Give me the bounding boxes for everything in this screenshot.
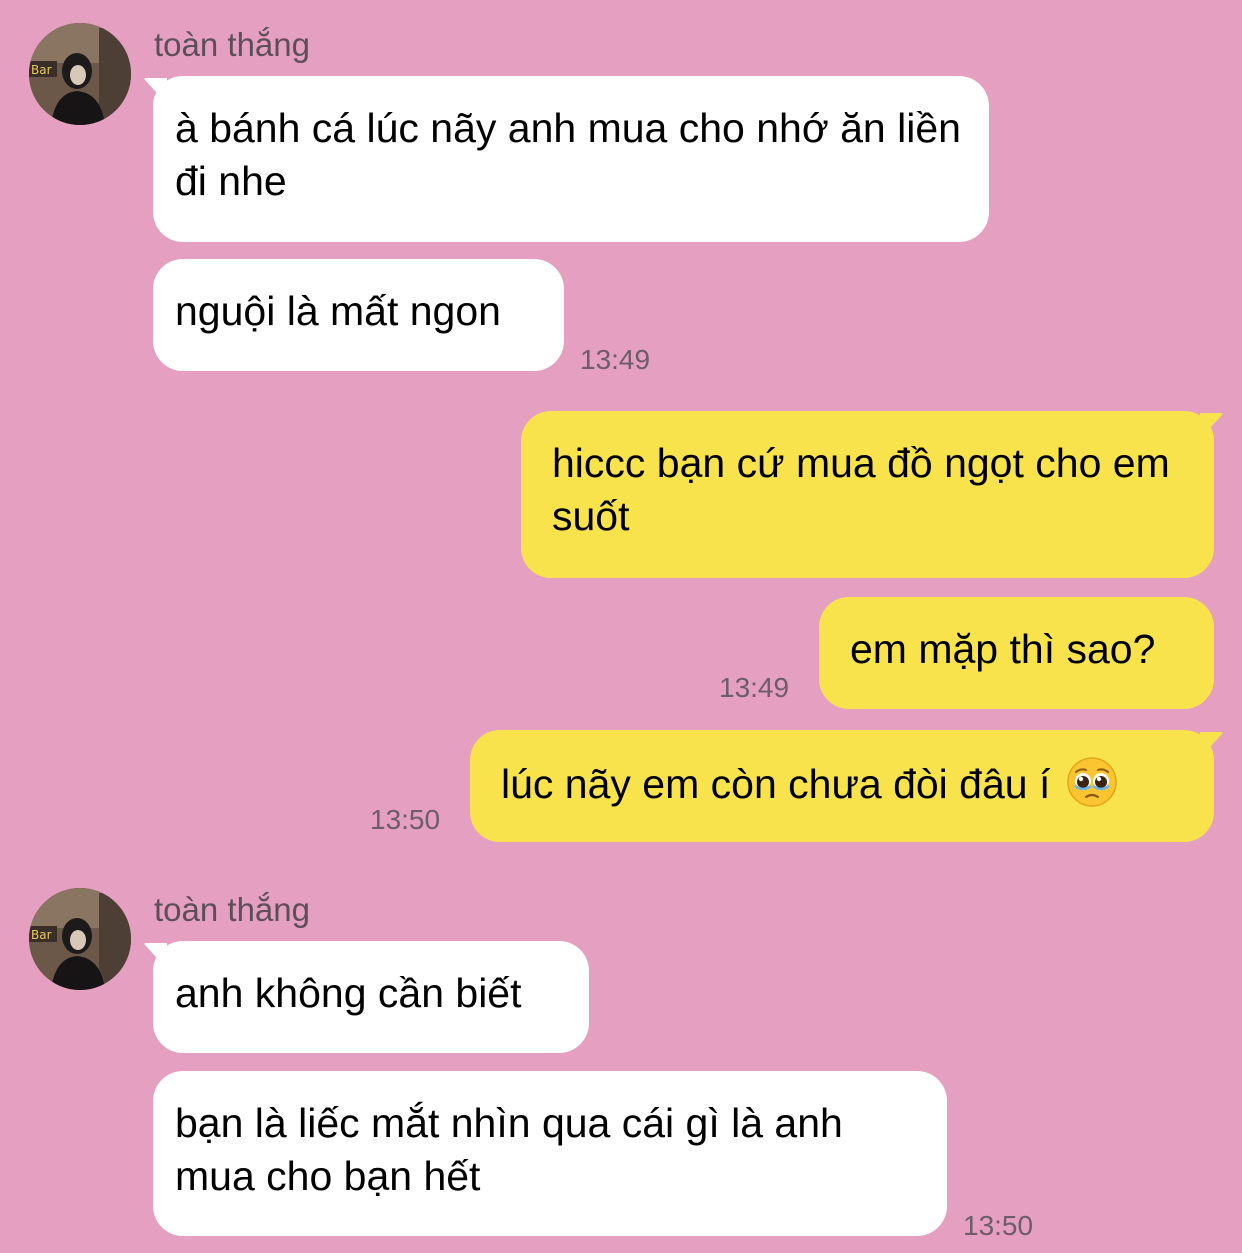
message-text: lúc nãy em còn chưa đòi đâu í [501, 761, 1051, 807]
contact-avatar[interactable]: Bar [29, 23, 131, 125]
incoming-message-bubble[interactable]: bạn là liếc mắt nhìn qua cái gì là anh m… [153, 1071, 947, 1236]
sender-name: toàn thắng [154, 26, 310, 63]
sender-name: toàn thắng [154, 891, 310, 928]
incoming-message-bubble[interactable]: nguội là mất ngon [153, 259, 564, 371]
message-timestamp: 13:49 [580, 344, 651, 375]
outgoing-message-bubble[interactable]: em mặp thì sao? [819, 597, 1214, 709]
svg-text:Bar: Bar [31, 63, 52, 77]
pleading-face-icon [1067, 757, 1117, 807]
message-timestamp: 13:49 [719, 672, 790, 703]
message-text: à bánh cá lúc nãy anh mua cho nhớ ăn liề… [175, 105, 961, 204]
incoming-message-bubble[interactable]: à bánh cá lúc nãy anh mua cho nhớ ăn liề… [153, 76, 989, 242]
message-text: em mặp thì sao? [850, 626, 1156, 672]
message-text: anh không cần biết [175, 970, 522, 1016]
outgoing-message-bubble[interactable]: hiccc bạn cứ mua đồ ngọt cho em suốt [521, 411, 1214, 578]
incoming-message-bubble[interactable]: anh không cần biết [153, 941, 589, 1053]
chat-screen: Bar toàn thắng à bánh cá lúc nãy anh mua… [0, 0, 1242, 1253]
avatar-photo-icon: Bar [29, 23, 131, 125]
message-timestamp: 13:50 [370, 804, 441, 835]
message-text: bạn là liếc mắt nhìn qua cái gì là anh m… [175, 1100, 843, 1199]
svg-text:Bar: Bar [31, 928, 52, 942]
message-text: nguội là mất ngon [175, 288, 501, 334]
message-timestamp: 13:50 [963, 1210, 1034, 1241]
message-text: hiccc bạn cứ mua đồ ngọt cho em suốt [552, 440, 1170, 539]
avatar-photo-icon: Bar [29, 888, 131, 990]
contact-avatar[interactable]: Bar [29, 888, 131, 990]
outgoing-message-bubble[interactable]: lúc nãy em còn chưa đòi đâu í [470, 730, 1214, 842]
